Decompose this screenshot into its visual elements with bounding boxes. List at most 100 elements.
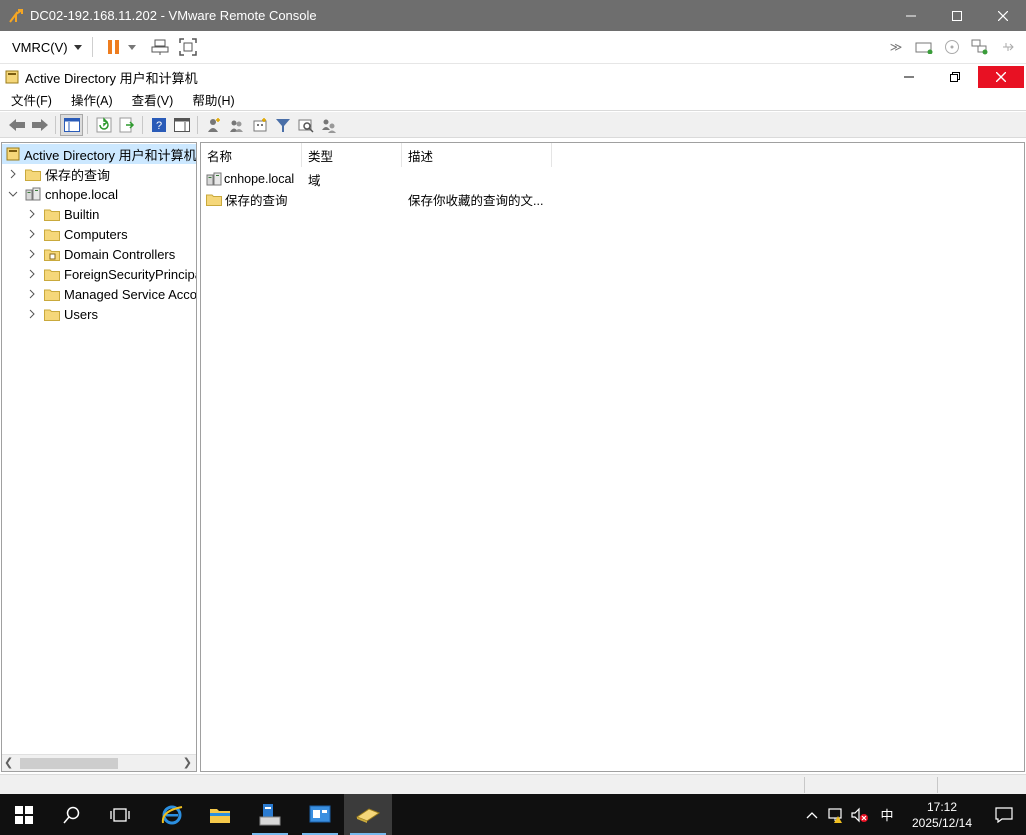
volume-button[interactable] bbox=[848, 794, 872, 835]
more-chevron-icon[interactable]: ≫ bbox=[886, 37, 906, 57]
send-ctrl-alt-del-button[interactable] bbox=[149, 36, 171, 58]
chevron-right-icon[interactable] bbox=[26, 228, 38, 240]
toolbar-divider bbox=[55, 115, 56, 134]
tree-item-root[interactable]: Active Directory 用户和计算机 bbox=[2, 144, 196, 164]
filter-button[interactable] bbox=[271, 114, 294, 136]
usb-icon[interactable] bbox=[998, 37, 1018, 57]
arrow-right-icon bbox=[31, 118, 48, 131]
chevron-down-icon bbox=[127, 44, 136, 50]
network-adapter-icon[interactable] bbox=[970, 37, 990, 57]
tree-horizontal-scrollbar[interactable]: ❮ ❯ bbox=[2, 754, 196, 771]
fullscreen-button[interactable] bbox=[177, 36, 199, 58]
menu-file[interactable]: 文件(F) bbox=[0, 90, 60, 109]
clock-time: 17:12 bbox=[926, 799, 958, 814]
aduc-window-title: Active Directory 用户和计算机 bbox=[25, 70, 198, 86]
minimize-icon bbox=[904, 76, 914, 78]
export-list-button[interactable] bbox=[115, 114, 138, 136]
tree-item-label: Users bbox=[64, 306, 98, 322]
chevron-right-icon[interactable] bbox=[26, 288, 38, 300]
tree-item-label: Active Directory 用户和计算机 bbox=[24, 147, 197, 163]
maximize-button[interactable] bbox=[934, 0, 980, 31]
scrollbar-thumb[interactable] bbox=[20, 758, 118, 769]
clock-date: 2025/12/14 bbox=[911, 815, 973, 830]
list-item[interactable]: cnhope.local 域 bbox=[201, 169, 1021, 189]
tree-item-domain[interactable]: cnhope.local bbox=[2, 184, 118, 204]
show-action-pane-button[interactable] bbox=[170, 114, 193, 136]
folder-icon bbox=[44, 227, 60, 241]
taskbar-file-explorer[interactable] bbox=[196, 794, 244, 835]
search-button[interactable] bbox=[48, 794, 96, 835]
help-button[interactable]: ? bbox=[147, 114, 170, 136]
column-header-name[interactable]: 名称 bbox=[201, 143, 302, 167]
list-item[interactable]: 保存的查询 保存你收藏的查询的文... bbox=[201, 189, 1021, 209]
add-to-group-button[interactable] bbox=[317, 114, 340, 136]
close-button[interactable] bbox=[980, 0, 1026, 31]
svg-text:?: ? bbox=[155, 120, 161, 132]
taskbar-internet-explorer[interactable] bbox=[148, 794, 196, 835]
folder-icon bbox=[44, 207, 60, 221]
show-hide-tree-button[interactable] bbox=[60, 113, 83, 136]
tree-item-saved-queries[interactable]: 保存的查询 bbox=[2, 164, 110, 184]
pause-button[interactable] bbox=[103, 36, 125, 58]
action-pane-icon bbox=[173, 117, 190, 132]
column-header-type[interactable]: 类型 bbox=[302, 143, 402, 167]
taskbar-dns-manager[interactable] bbox=[296, 794, 344, 835]
find-button[interactable] bbox=[294, 114, 317, 136]
hard-disk-icon[interactable] bbox=[914, 37, 934, 57]
taskbar-server-manager[interactable] bbox=[246, 794, 294, 835]
tree-item-foreign-security-principals[interactable]: ForeignSecurityPrincipals bbox=[2, 264, 196, 284]
tree-item-users[interactable]: Users bbox=[2, 304, 98, 324]
aduc-close-button[interactable] bbox=[978, 66, 1024, 88]
toolbar-divider bbox=[142, 115, 143, 134]
new-ou-icon bbox=[253, 117, 266, 131]
chevron-right-icon[interactable] bbox=[26, 208, 38, 220]
file-explorer-icon bbox=[210, 808, 230, 823]
close-icon bbox=[998, 10, 1008, 21]
cd-rom-icon[interactable] bbox=[942, 37, 962, 57]
aduc-restore-button[interactable] bbox=[932, 66, 978, 88]
chevron-right-icon[interactable] bbox=[26, 308, 38, 320]
tree-item-builtin[interactable]: Builtin bbox=[2, 204, 99, 224]
network-status-button[interactable] bbox=[824, 794, 848, 835]
chevron-right-icon[interactable] bbox=[26, 268, 38, 280]
chevron-down-icon[interactable] bbox=[7, 188, 19, 200]
ime-indicator[interactable]: 中 bbox=[872, 794, 902, 835]
menu-action[interactable]: 操作(A) bbox=[60, 90, 121, 109]
task-view-button[interactable] bbox=[96, 794, 144, 835]
tree-item-label: cnhope.local bbox=[45, 186, 118, 202]
taskbar-aduc[interactable] bbox=[344, 794, 392, 835]
minimize-button[interactable] bbox=[888, 0, 934, 31]
vmrc-menu-button[interactable]: VMRC(V) bbox=[12, 40, 82, 55]
action-center-button[interactable] bbox=[982, 794, 1026, 835]
taskbar-clock[interactable]: 17:12 2025/12/14 bbox=[902, 799, 982, 831]
back-button[interactable] bbox=[5, 114, 28, 136]
chevron-right-icon[interactable] bbox=[7, 168, 19, 180]
tree-item-managed-service-accounts[interactable]: Managed Service Accounts bbox=[2, 284, 196, 304]
toolbar-divider bbox=[87, 115, 88, 134]
refresh-button[interactable] bbox=[92, 114, 115, 136]
menu-view[interactable]: 查看(V) bbox=[121, 90, 182, 109]
server-manager-icon bbox=[259, 803, 281, 825]
new-group-button[interactable] bbox=[225, 114, 248, 136]
scroll-left-icon[interactable]: ❮ bbox=[4, 756, 13, 769]
power-dropdown[interactable] bbox=[127, 36, 137, 58]
column-header-description[interactable]: 描述 bbox=[402, 143, 552, 167]
show-hidden-icons-button[interactable] bbox=[800, 794, 824, 835]
help-icon: ? bbox=[151, 117, 166, 132]
ou-folder-icon bbox=[44, 247, 60, 261]
new-ou-button[interactable] bbox=[248, 114, 271, 136]
minimize-icon bbox=[906, 15, 916, 16]
chevron-right-icon[interactable] bbox=[26, 248, 38, 260]
forward-button[interactable] bbox=[28, 114, 51, 136]
menu-help[interactable]: 帮助(H) bbox=[181, 90, 242, 109]
scroll-right-icon[interactable]: ❯ bbox=[183, 756, 192, 769]
new-user-icon bbox=[207, 117, 220, 132]
system-tray: 中 17:12 2025/12/14 bbox=[800, 794, 1026, 835]
start-button[interactable] bbox=[0, 794, 48, 835]
new-user-button[interactable] bbox=[202, 114, 225, 136]
add-to-group-icon bbox=[321, 119, 336, 133]
tree-item-label: Builtin bbox=[64, 206, 100, 222]
tree-item-domain-controllers[interactable]: Domain Controllers bbox=[2, 244, 175, 264]
tree-item-computers[interactable]: Computers bbox=[2, 224, 128, 244]
aduc-minimize-button[interactable] bbox=[886, 66, 932, 88]
